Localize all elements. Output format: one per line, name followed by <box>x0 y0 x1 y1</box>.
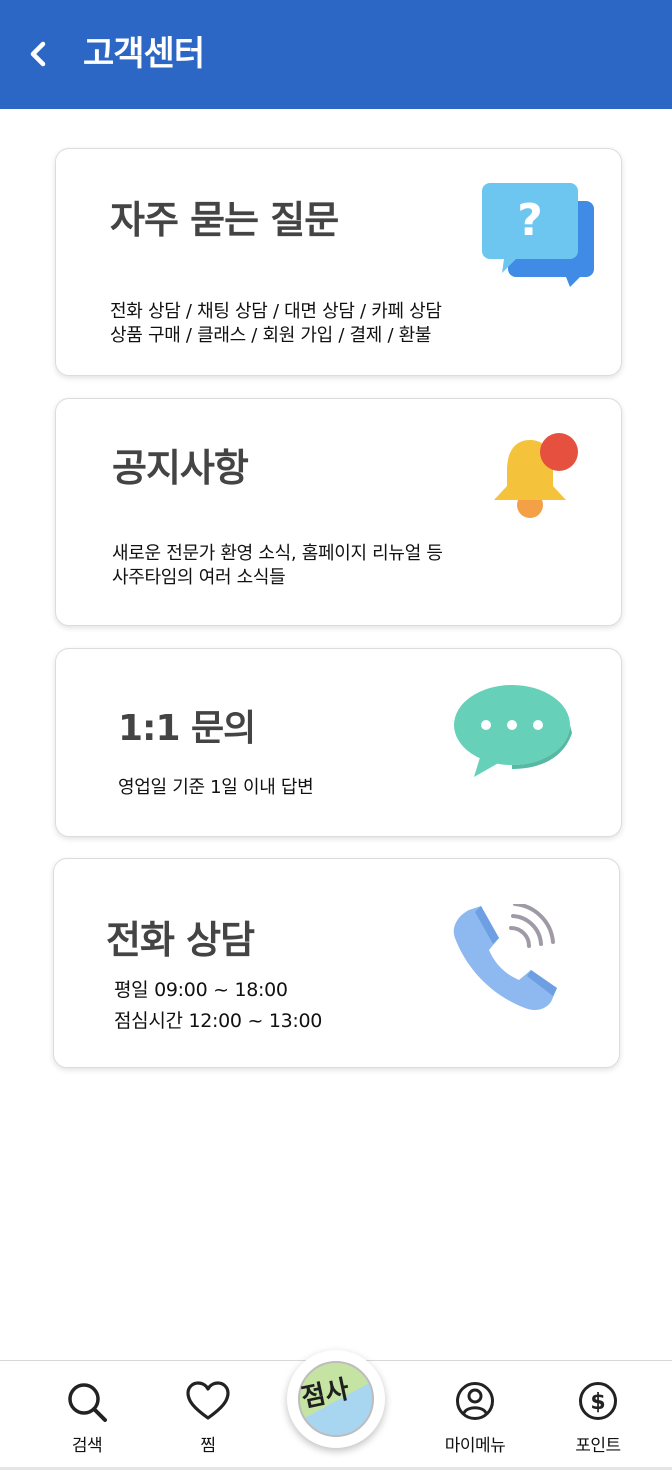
faq-description-line: 상품 구매 / 클래스 / 회원 가입 / 결제 / 환불 <box>110 325 432 346</box>
inquiry-title: 1:1 문의 <box>118 708 256 749</box>
notice-description-line: 새로운 전문가 환영 소식, 홈페이지 리뉴얼 등 <box>112 543 443 564</box>
faq-description: 전화 상담 / 채팅 상담 / 대면 상담 / 카페 상담 상품 구매 / 클래… <box>110 300 442 348</box>
dollar-circle-icon: $ <box>579 1382 617 1420</box>
inquiry-card[interactable]: 1:1 문의 영업일 기준 1일 이내 답변 <box>55 648 622 837</box>
nav-points[interactable]: $ 포인트 <box>550 1361 646 1461</box>
faq-title: 자주 묻는 질문 <box>110 198 339 242</box>
phone-ringing-icon <box>453 904 557 1010</box>
nav-favorites-label: 찜 <box>200 1436 216 1456</box>
inquiry-description: 영업일 기준 1일 이내 답변 <box>118 777 314 798</box>
phone-consult-hours-line: 평일 09:00 ~ 18:00 <box>114 979 288 1001</box>
nav-points-label: 포인트 <box>575 1436 621 1456</box>
svg-text:$: $ <box>590 1390 605 1415</box>
svg-text:?: ? <box>517 195 543 246</box>
notice-description: 새로운 전문가 환영 소식, 홈페이지 리뉴얼 등 사주타임의 여러 소식들 <box>112 542 443 590</box>
notice-card[interactable]: 공지사항 새로운 전문가 환영 소식, 홈페이지 리뉴얼 등 사주타임의 여러 … <box>55 398 622 626</box>
center-home-button[interactable]: 점사 <box>287 1350 385 1448</box>
search-icon <box>68 1383 107 1422</box>
nav-favorites[interactable]: 찜 <box>160 1361 256 1461</box>
app-logo: 점사 <box>298 1361 374 1437</box>
nav-my-menu[interactable]: 마이메뉴 <box>427 1361 523 1461</box>
notification-bell-icon <box>494 433 578 518</box>
phone-consult-title: 전화 상담 <box>106 918 255 962</box>
phone-consult-hours: 평일 09:00 ~ 18:00 점심시간 12:00 ~ 13:00 <box>114 975 322 1037</box>
nav-search-label: 검색 <box>71 1436 103 1456</box>
notice-title: 공지사항 <box>112 446 249 490</box>
notice-description-line: 사주타임의 여러 소식들 <box>112 567 286 588</box>
heart-icon <box>186 1381 230 1420</box>
nav-my-menu-label: 마이메뉴 <box>444 1436 506 1456</box>
back-button[interactable] <box>18 32 58 76</box>
faq-card[interactable]: 자주 묻는 질문 전화 상담 / 채팅 상담 / 대면 상담 / 카페 상담 상… <box>55 148 622 376</box>
phone-consult-hours-line: 점심시간 12:00 ~ 13:00 <box>114 1010 323 1032</box>
faq-description-line: 전화 상담 / 채팅 상담 / 대면 상담 / 카페 상담 <box>110 301 442 322</box>
nav-search[interactable]: 검색 <box>39 1361 135 1461</box>
app-header: 고객센터 <box>0 0 672 109</box>
chevron-left-icon <box>30 41 46 67</box>
user-circle-icon <box>456 1382 494 1420</box>
speech-bubbles-question-icon: ? <box>482 183 594 287</box>
page-title: 고객센터 <box>83 34 205 74</box>
chat-bubble-icon <box>454 685 572 777</box>
phone-consult-card[interactable]: 전화 상담 평일 09:00 ~ 18:00 점심시간 12:00 ~ 13:0… <box>53 858 620 1068</box>
